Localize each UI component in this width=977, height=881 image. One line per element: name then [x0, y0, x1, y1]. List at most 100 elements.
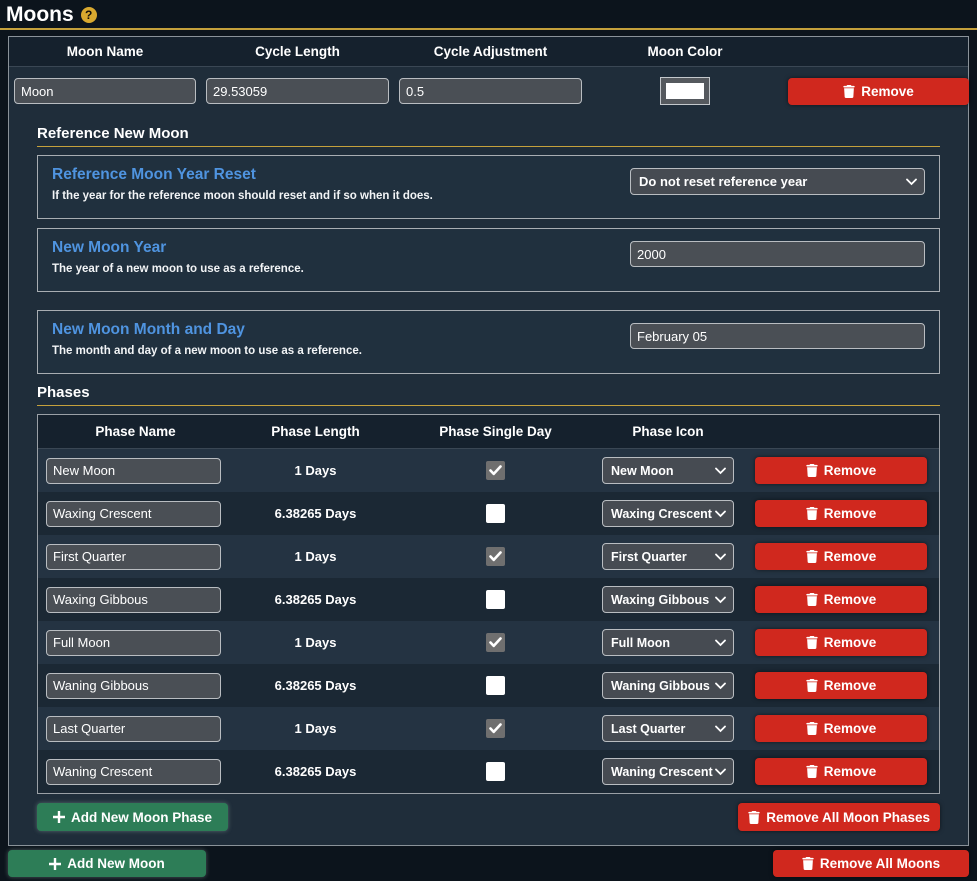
add-new-moon-button[interactable]: Add New Moon [8, 850, 206, 877]
remove-phase-label: Remove [824, 592, 877, 607]
page-footer: Add New Moon Remove All Moons [8, 850, 969, 877]
remove-phase-button[interactable]: Remove [755, 586, 927, 613]
add-new-moon-label: Add New Moon [67, 856, 165, 871]
phase-single-day-header: Phase Single Day [398, 424, 593, 439]
setting-reference-year-reset: Reference Moon Year Reset If the year fo… [37, 155, 940, 219]
moons-panel: Moon Name Cycle Length Cycle Adjustment … [8, 36, 969, 846]
page-header: Moons ? [0, 0, 977, 30]
phase-name-input[interactable] [46, 544, 221, 570]
phase-length-value: 6.38265 Days [275, 678, 357, 693]
cycle-adjustment-header: Cycle Adjustment [394, 44, 587, 59]
phase-length-value: 1 Days [295, 721, 337, 736]
chevron-down-icon [715, 467, 726, 474]
phase-name-input[interactable] [46, 716, 221, 742]
selected-option-label: First Quarter [611, 550, 687, 564]
trash-icon [806, 507, 818, 520]
phase-icon-select[interactable]: Waxing Crescent [602, 500, 734, 527]
phase-length-value: 1 Days [295, 635, 337, 650]
phase-name-input[interactable] [46, 458, 221, 484]
phase-row: 1 Days Full Moon Remove [38, 621, 939, 664]
moon-row: Remove [9, 67, 968, 115]
moon-color-header: Moon Color [587, 44, 783, 59]
selected-option-label: Waning Crescent [611, 765, 713, 779]
phase-row: 1 Days Last Quarter Remove [38, 707, 939, 750]
remove-phase-button[interactable]: Remove [755, 715, 927, 742]
phase-name-input[interactable] [46, 630, 221, 656]
phase-icon-select[interactable]: New Moon [602, 457, 734, 484]
remove-all-moons-label: Remove All Moons [820, 856, 940, 871]
phases-footer: Add New Moon Phase Remove All Moon Phase… [37, 803, 940, 831]
trash-icon [806, 636, 818, 649]
phase-icon-select[interactable]: Last Quarter [602, 715, 734, 742]
selected-option-label: Full Moon [611, 636, 670, 650]
phase-icon-select[interactable]: Waning Crescent [602, 758, 734, 785]
setting-description: The year of a new moon to use as a refer… [52, 263, 304, 275]
remove-phase-label: Remove [824, 678, 877, 693]
help-icon[interactable]: ? [81, 7, 97, 23]
phase-name-input[interactable] [46, 673, 221, 699]
remove-phase-button[interactable]: Remove [755, 543, 927, 570]
moon-name-header: Moon Name [9, 44, 201, 59]
phase-single-day-checkbox[interactable] [486, 676, 505, 695]
remove-phase-label: Remove [824, 721, 877, 736]
phase-length-value: 6.38265 Days [275, 506, 357, 521]
phase-single-day-checkbox[interactable] [486, 504, 505, 523]
phase-icon-select[interactable]: Full Moon [602, 629, 734, 656]
trash-icon [843, 85, 855, 98]
new-moon-year-input[interactable] [630, 241, 925, 267]
moon-color-picker[interactable] [660, 77, 710, 105]
phases-section-heading: Phases [37, 384, 940, 406]
reference-year-reset-select[interactable]: Do not reset reference year [630, 168, 925, 195]
trash-icon [806, 722, 818, 735]
cycle-adjustment-input[interactable] [399, 78, 582, 104]
trash-icon [806, 679, 818, 692]
phase-icon-header: Phase Icon [593, 424, 743, 439]
remove-phase-button[interactable]: Remove [755, 500, 927, 527]
phase-single-day-checkbox[interactable] [486, 547, 505, 566]
check-icon [489, 465, 502, 476]
page-title: Moons ? [6, 3, 97, 27]
phases-table-header: Phase Name Phase Length Phase Single Day… [38, 415, 939, 449]
phases-table: Phase Name Phase Length Phase Single Day… [37, 414, 940, 794]
phase-single-day-checkbox[interactable] [486, 719, 505, 738]
add-moon-phase-button[interactable]: Add New Moon Phase [37, 803, 228, 831]
phase-single-day-checkbox[interactable] [486, 461, 505, 480]
selected-option-label: Last Quarter [611, 722, 685, 736]
add-moon-phase-label: Add New Moon Phase [71, 810, 212, 825]
phase-icon-select[interactable]: Waning Gibbous [602, 672, 734, 699]
phase-name-input[interactable] [46, 501, 221, 527]
new-moon-month-day-input[interactable] [630, 323, 925, 349]
setting-new-moon-year: New Moon Year The year of a new moon to … [37, 228, 940, 292]
chevron-down-icon [906, 178, 917, 185]
remove-phase-button[interactable]: Remove [755, 629, 927, 656]
remove-phase-button[interactable]: Remove [755, 672, 927, 699]
phase-name-input[interactable] [46, 759, 221, 785]
remove-phase-button[interactable]: Remove [755, 758, 927, 785]
phase-single-day-checkbox[interactable] [486, 590, 505, 609]
reference-section-heading: Reference New Moon [37, 125, 940, 147]
remove-phase-button[interactable]: Remove [755, 457, 927, 484]
moon-name-input[interactable] [14, 78, 196, 104]
phase-name-header: Phase Name [38, 424, 233, 439]
phase-icon-select[interactable]: First Quarter [602, 543, 734, 570]
phases-table-body: 1 Days New Moon Remove 6.38265 Days [38, 449, 939, 793]
check-icon [489, 551, 502, 562]
remove-moon-button[interactable]: Remove [788, 78, 969, 105]
phase-single-day-checkbox[interactable] [486, 762, 505, 781]
trash-icon [806, 765, 818, 778]
remove-all-moons-button[interactable]: Remove All Moons [773, 850, 969, 877]
chevron-down-icon [715, 768, 726, 775]
phase-single-day-checkbox[interactable] [486, 633, 505, 652]
selected-option-label: Waxing Gibbous [611, 593, 709, 607]
chevron-down-icon [715, 725, 726, 732]
phase-name-input[interactable] [46, 587, 221, 613]
remove-all-moon-phases-button[interactable]: Remove All Moon Phases [738, 803, 940, 831]
cycle-length-header: Cycle Length [201, 44, 394, 59]
moon-details: Reference New Moon Reference Moon Year R… [9, 125, 968, 831]
phase-row: 1 Days First Quarter Remove [38, 535, 939, 578]
setting-new-moon-month-day: New Moon Month and Day The month and day… [37, 310, 940, 374]
phase-row: 6.38265 Days Waning Crescent Remove [38, 750, 939, 793]
cycle-length-input[interactable] [206, 78, 389, 104]
phase-icon-select[interactable]: Waxing Gibbous [602, 586, 734, 613]
moon-color-value [666, 83, 704, 99]
